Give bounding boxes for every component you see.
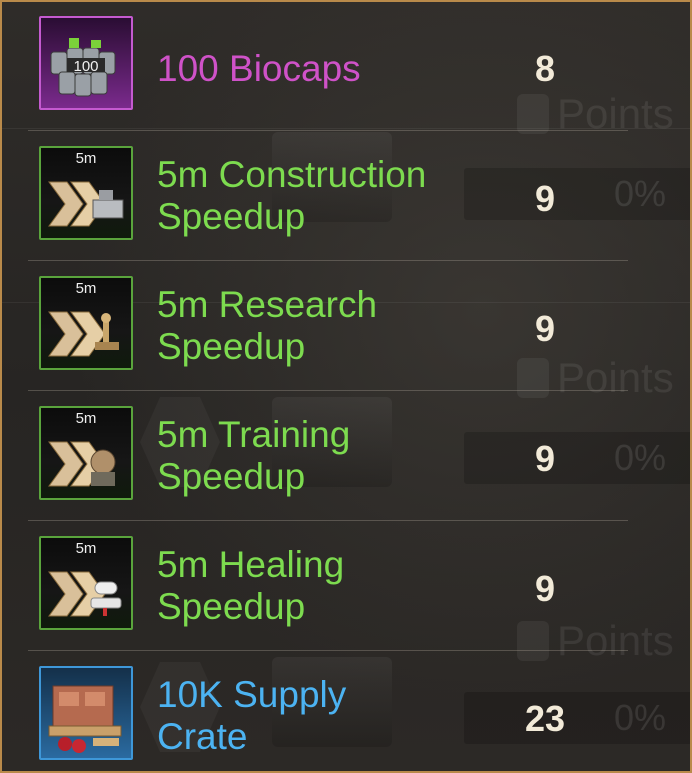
reward-list-panel: Points Points Points 0% 0% 0% 100 100 Bi… — [0, 0, 692, 773]
construction-speedup-icon: 5m — [39, 146, 133, 240]
row-divider — [28, 260, 628, 261]
reward-quantity: 9 — [534, 178, 556, 219]
reward-row[interactable]: 5m 5m Research Speedup 9 — [2, 262, 690, 392]
reward-row[interactable]: 10K Supply Crate 23 — [2, 652, 690, 771]
research-speedup-icon: 5m — [39, 276, 133, 370]
reward-name: 100 Biocaps — [157, 48, 361, 89]
row-divider — [28, 390, 628, 391]
reward-row[interactable]: 5m 5m Training Speedup 9 — [2, 392, 690, 522]
reward-name: 5m Healing Speedup — [157, 544, 345, 627]
reward-quantity: 9 — [534, 308, 556, 349]
row-divider — [28, 520, 628, 521]
reward-name: 5m Research Speedup — [157, 284, 378, 367]
reward-quantity: 8 — [534, 48, 556, 89]
biocaps-icon: 100 — [39, 16, 133, 110]
reward-name: 10K Supply Crate — [157, 674, 347, 757]
reward-row[interactable]: 5m 5m Healing Speedup 9 — [2, 522, 690, 652]
reward-name: 5m Construction Speedup — [157, 154, 427, 237]
row-divider — [28, 650, 628, 651]
reward-row[interactable]: 5m 5m Construction Speedup 9 — [2, 132, 690, 262]
healing-speedup-icon: 5m — [39, 536, 133, 630]
training-speedup-icon: 5m — [39, 406, 133, 500]
supply-crate-icon — [39, 666, 133, 760]
reward-quantity: 23 — [524, 698, 566, 739]
reward-name: 5m Training Speedup — [157, 414, 351, 497]
row-divider — [28, 130, 628, 131]
reward-quantity: 9 — [534, 438, 556, 479]
reward-row[interactable]: 100 100 Biocaps 8 — [2, 2, 690, 132]
reward-quantity: 9 — [534, 568, 556, 609]
